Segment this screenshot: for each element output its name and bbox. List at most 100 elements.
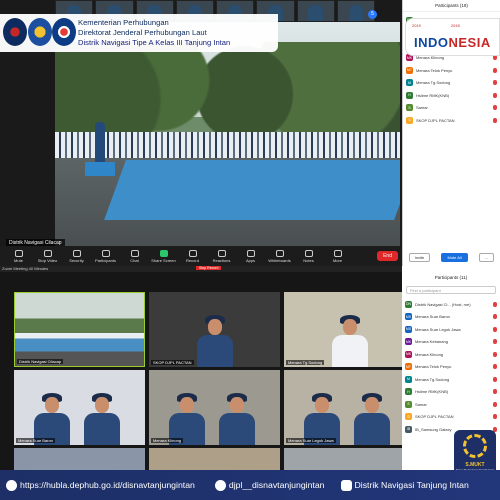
globe-logo-icon [28,18,52,46]
participants-title: Participants (19) [403,0,500,12]
person-head [208,319,222,335]
mute-all-button[interactable]: Mute All [441,253,468,262]
more-button[interactable]: ... [479,253,495,262]
participant-count-badge[interactable]: 5 [368,10,377,19]
participant-row[interactable]: S SKOP DJPL PACTAN [406,114,497,127]
muted-mic-icon[interactable] [493,351,497,357]
toolbar-security-button[interactable]: Security [62,246,91,266]
muted-mic-icon[interactable] [493,364,497,370]
stop-record-badge[interactable]: Stop Record [196,266,222,270]
participant-row[interactable]: MT Menara Telok Penyu [405,361,497,374]
participant-row[interactable]: DN Distrik Navigasi Ci... (Host, me) [405,298,497,311]
tile-name-label: Menara Klinong [151,438,184,443]
participant-name: Hslime RMK(KNB) [415,389,449,395]
participant-name: Hslime RMK(KNB) [416,92,450,98]
participant-row[interactable]: H Hslime RMK(KNB) [406,89,497,102]
participant-name: Distrik Navigasi Ci... (Host, me) [415,301,471,307]
header-line-district: Distrik Navigasi Tipe A Kelas III Tanjun… [78,38,231,47]
muted-mic-icon[interactable] [493,117,497,123]
muted-mic-icon[interactable] [493,339,497,345]
participant-row[interactable]: MKMenara Kebanang [405,336,497,349]
video-blue-court [104,160,400,220]
muted-mic-icon[interactable] [493,80,497,86]
person-body [219,413,255,445]
muted-mic-icon[interactable] [493,389,497,395]
muted-mic-icon[interactable] [493,105,497,111]
person-body [197,335,233,367]
toolbar-record-button[interactable]: Record [178,246,207,266]
muted-mic-icon[interactable] [493,92,497,98]
participant-row[interactable]: H Hslime RMK(KNB) [405,386,497,399]
header-line-ministry: Kementerian Perhubungan [78,18,169,27]
participant-row[interactable]: M Menara Tg.Sodong [406,77,497,90]
year-start: 2019 [412,23,421,28]
toolbar-apps-button[interactable]: Apps [236,246,265,266]
person-head [45,397,59,413]
tile-name-label: Distrik Navigasi Cilacap [17,359,64,364]
toolbar-stop-video-button[interactable]: Stop Video [33,246,62,266]
avatar: IB [405,425,412,433]
video-tile[interactable]: Distrik Navigasi Cilacap [14,292,145,367]
video-tile[interactable]: SKOP DJPL PACTAN [149,292,280,367]
zoom-window-bottom: Zoom Meeting 40 Minutes Stop Record Dist… [0,266,500,500]
tile-name-label: Menara Suar Baron [16,438,55,443]
toolbar-mute-button[interactable]: Mute [4,246,33,266]
participant-person [354,393,390,445]
invite-button[interactable]: Invite [408,253,431,262]
notes-icon [304,249,313,257]
participant-person [197,315,233,367]
toolbar-chat-button[interactable]: Chat [120,246,149,266]
avatar: MS [405,313,412,321]
muted-mic-icon[interactable] [493,376,497,382]
toolbar-label: Reactions [212,257,231,263]
toolbar-reactions-button[interactable]: Reactions [207,246,236,266]
video-tile[interactable]: Menara Suar Baron [14,370,145,445]
muted-mic-icon[interactable] [493,401,497,407]
toolbar-notes-button[interactable]: Notes [294,246,323,266]
footer-website[interactable]: https://hubla.dephub.go.id/disnavtanjung… [0,479,195,491]
participant-row[interactable]: MK Menara Klinong [405,348,497,361]
video-tile[interactable]: Menara Suar Legok Jawa [284,370,415,445]
end-meeting-button[interactable]: End [377,251,398,261]
gallery-view: Distrik Navigasi Cilacap SKOP DJPL PACTAN… [0,292,415,500]
muted-mic-icon[interactable] [493,55,497,61]
participant-row[interactable]: MSMenara Suar Legok Jawa [405,323,497,336]
youtube-icon [340,479,352,491]
muted-mic-icon[interactable] [493,67,497,73]
footer-social[interactable]: djpl__disnavtanjungintan [209,479,325,491]
participant-row[interactable]: S Samar [406,102,497,115]
muted-mic-icon[interactable] [493,326,497,332]
toolbar-participants-button[interactable]: Participants [91,246,120,266]
toolbar-whiteboards-button[interactable]: Whiteboards [265,246,294,266]
participant-name: IB_Samsung Galaxy [415,426,452,432]
zoom-window-top: 5 Distrik Navigasi Cilacap Mute Stop Vide… [0,0,500,266]
toolbar-label: Mute [14,257,23,263]
participant-search-input[interactable]: Find a participant [406,286,496,294]
participant-name: Samar [416,105,428,111]
toolbar-label: Record [186,257,199,263]
participant-row[interactable]: MS Menara Suar Baron [405,311,497,324]
reactions-icon [217,249,226,257]
participant-row[interactable]: M Menara Tg.Sodong [405,373,497,386]
muted-mic-icon[interactable] [493,314,497,320]
toolbar-share-screen-button[interactable]: Share Screen [149,246,178,266]
participant-name: Menara Telok Penyu [415,364,452,370]
footer-social-handle[interactable]: djpl__disnavtanjungintan [229,480,325,490]
video-podium [85,162,115,176]
footer-youtube-channel[interactable]: Distrik Navigasi Tanjung Intan [355,480,469,490]
video-tile[interactable]: Menara Tg.Sodong [284,292,415,367]
whiteboards-icon [275,249,284,257]
participant-row[interactable]: MT Menara Telok Penyu [406,64,497,77]
video-officer [95,122,105,162]
avatar: M [406,79,413,87]
globe-icon [6,479,17,491]
video-tile[interactable]: Menara Klinong [149,370,280,445]
participant-row[interactable]: S SKOP DJPL PACTAN [405,411,497,424]
muted-mic-icon[interactable] [493,414,497,420]
toolbar-more-button[interactable]: More [323,246,352,266]
thumbnail[interactable] [296,0,335,22]
footer-url[interactable]: https://hubla.dephub.go.id/disnavtanjung… [20,480,195,490]
muted-mic-icon[interactable] [493,301,497,307]
footer-youtube[interactable]: Distrik Navigasi Tanjung Intan [335,479,469,491]
participant-row[interactable]: S Samar [405,398,497,411]
